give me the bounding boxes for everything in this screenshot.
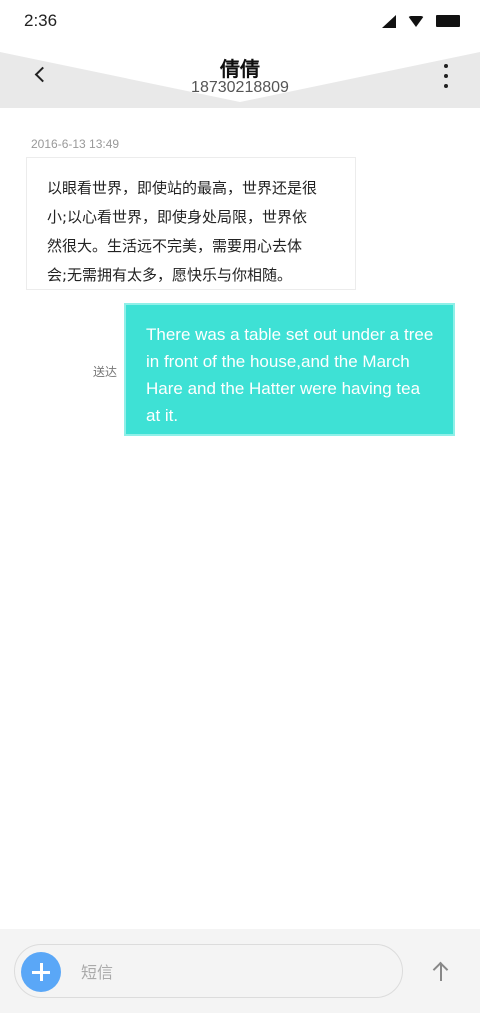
message-line: 然很大。生活远不完美，需要用心去体 bbox=[47, 237, 303, 255]
more-vertical-icon-dot bbox=[444, 84, 448, 88]
outgoing-message[interactable]: There was a table set out under a tree i… bbox=[124, 303, 455, 436]
status-icons bbox=[382, 14, 460, 28]
arrow-up-icon-head bbox=[432, 961, 449, 978]
message-line: 会;无需拥有太多，愿快乐与你相随。 bbox=[47, 266, 293, 284]
message-input[interactable] bbox=[81, 960, 381, 984]
more-vertical-icon-dot bbox=[444, 74, 448, 78]
add-attachment-button[interactable] bbox=[21, 952, 61, 992]
status-bar: 2:36 bbox=[0, 0, 480, 42]
compose-bar bbox=[0, 929, 480, 1013]
compose-field bbox=[14, 944, 403, 998]
signal-icon bbox=[382, 14, 396, 28]
more-vertical-icon bbox=[444, 64, 448, 68]
message-line: in front of the house,and the March bbox=[146, 352, 410, 371]
plus-icon bbox=[32, 963, 50, 981]
contact-name: 倩倩 bbox=[220, 57, 260, 81]
send-button[interactable] bbox=[428, 959, 454, 985]
more-options-button[interactable] bbox=[442, 64, 450, 88]
message-line: There was a table set out under a tree bbox=[146, 325, 434, 344]
message-line: Hare and the Hatter were having tea bbox=[146, 379, 421, 398]
contact-number: 18730218809 bbox=[191, 79, 289, 96]
incoming-message[interactable]: 以眼看世界，即使站的最高，世界还是很 小;以心看世界，即使身处局限，世界依 然很… bbox=[26, 157, 356, 290]
wifi-icon bbox=[408, 15, 424, 27]
battery-icon bbox=[436, 15, 460, 27]
message-line: 以眼看世界，即使站的最高，世界还是很 bbox=[47, 179, 318, 197]
message-line: at it. bbox=[146, 406, 179, 425]
conversation-header: 倩倩 18730218809 bbox=[0, 52, 480, 108]
status-time: 2:36 bbox=[24, 11, 58, 30]
delivery-status: 送达 bbox=[93, 365, 118, 379]
message-line: 小;以心看世界，即使身处局限，世界依 bbox=[47, 208, 308, 226]
message-timestamp: 2016-6-13 13:49 bbox=[31, 137, 120, 151]
